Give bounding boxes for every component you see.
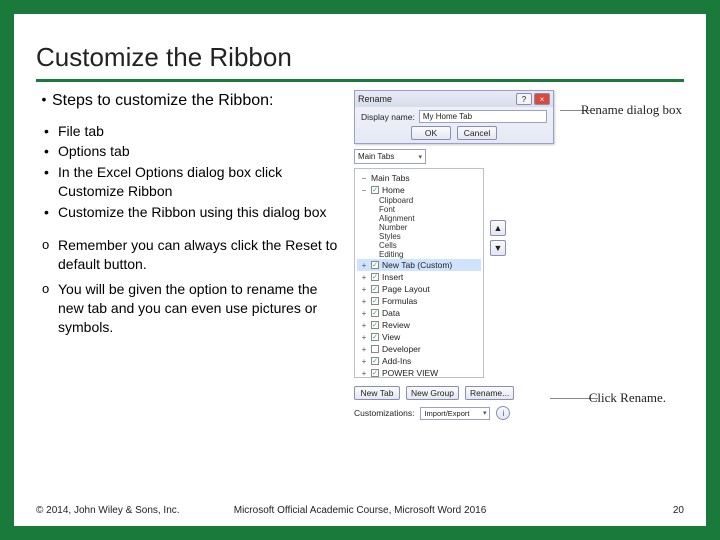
callout-rename-box: Rename dialog box <box>581 102 682 118</box>
main-tabs-dropdown[interactable]: Main Tabs <box>354 149 426 164</box>
notes-list: Remember you can always click the Reset … <box>36 236 346 336</box>
callout-click-rename: Click Rename. <box>589 390 666 406</box>
step-item: In the Excel Options dialog box click Cu… <box>44 163 346 201</box>
title-rule <box>36 79 684 82</box>
slide-title: Customize the Ribbon <box>36 42 684 73</box>
cancel-button[interactable]: Cancel <box>457 126 497 140</box>
list-item[interactable]: −Main Tabs <box>357 172 481 184</box>
reorder-buttons: ▲ ▼ <box>490 220 506 256</box>
course-title: Microsoft Official Academic Course, Micr… <box>234 505 487 516</box>
step-item: File tab <box>44 122 346 141</box>
customizations-row: Customizations: Import/Export i <box>354 406 510 420</box>
list-item[interactable]: +View <box>357 331 481 343</box>
note-item: Remember you can always click the Reset … <box>40 236 346 274</box>
rename-button[interactable]: Rename... <box>465 386 514 400</box>
help-button[interactable]: ? <box>516 93 532 105</box>
list-item[interactable]: +Developer <box>357 343 481 355</box>
list-item[interactable]: Alignment <box>357 214 481 223</box>
new-tab-button[interactable]: New Tab <box>354 386 400 400</box>
list-item[interactable]: Clipboard <box>357 196 481 205</box>
steps-list: File tab Options tab In the Excel Option… <box>36 122 346 222</box>
rename-dialog: Rename ? × Display name: My Home Tab OK … <box>354 90 554 144</box>
display-name-label: Display name: <box>361 112 415 122</box>
intro-row: • Steps to customize the Ribbon: <box>36 90 346 122</box>
ok-button[interactable]: OK <box>411 126 451 140</box>
step-item: Options tab <box>44 142 346 161</box>
ribbon-listbox[interactable]: −Main Tabs−HomeClipboardFontAlignmentNum… <box>354 168 484 378</box>
dropdown-value: Main Tabs <box>358 152 394 161</box>
list-item[interactable]: +Add-Ins <box>357 355 481 367</box>
list-item[interactable]: −Home <box>357 184 481 196</box>
list-item[interactable]: +Data <box>357 307 481 319</box>
slide-footer: © 2014, John Wiley & Sons, Inc. Microsof… <box>36 505 684 516</box>
bullet-marker: • <box>36 90 52 122</box>
content-area: • Steps to customize the Ribbon: File ta… <box>36 90 684 343</box>
list-item[interactable]: +Formulas <box>357 295 481 307</box>
move-up-button[interactable]: ▲ <box>490 220 506 236</box>
list-item[interactable]: Cells <box>357 241 481 250</box>
page-number: 20 <box>673 505 684 516</box>
slide-frame: Customize the Ribbon • Steps to customiz… <box>0 0 720 540</box>
info-icon[interactable]: i <box>496 406 510 420</box>
text-column: • Steps to customize the Ribbon: File ta… <box>36 90 346 343</box>
intro-text: Steps to customize the Ribbon: <box>52 90 273 112</box>
display-name-field[interactable]: My Home Tab <box>419 110 547 123</box>
list-item[interactable]: Styles <box>357 232 481 241</box>
dialog-titlebar: Rename ? × <box>355 91 553 107</box>
list-item[interactable]: +POWER VIEW <box>357 367 481 378</box>
step-item: Customize the Ribbon using this dialog b… <box>44 203 346 222</box>
tab-action-buttons: New Tab New Group Rename... <box>354 386 514 400</box>
list-item[interactable]: Number <box>357 223 481 232</box>
list-item[interactable]: +New Tab (Custom) <box>357 259 481 271</box>
copyright-text: © 2014, John Wiley & Sons, Inc. <box>36 505 180 516</box>
note-item: You will be given the option to rename t… <box>40 280 346 337</box>
dialog-title: Rename <box>358 94 392 104</box>
list-item[interactable]: +Review <box>357 319 481 331</box>
close-button[interactable]: × <box>534 93 550 105</box>
list-item[interactable]: Editing <box>357 250 481 259</box>
list-item[interactable]: +Page Layout <box>357 283 481 295</box>
list-item[interactable]: +Insert <box>357 271 481 283</box>
list-item[interactable]: Font <box>357 205 481 214</box>
move-down-button[interactable]: ▼ <box>490 240 506 256</box>
figure-column: Rename dialog box Rename ? × Display nam… <box>354 90 684 343</box>
new-group-button[interactable]: New Group <box>406 386 459 400</box>
customizations-label: Customizations: <box>354 408 414 418</box>
import-export-dropdown[interactable]: Import/Export <box>420 407 490 420</box>
